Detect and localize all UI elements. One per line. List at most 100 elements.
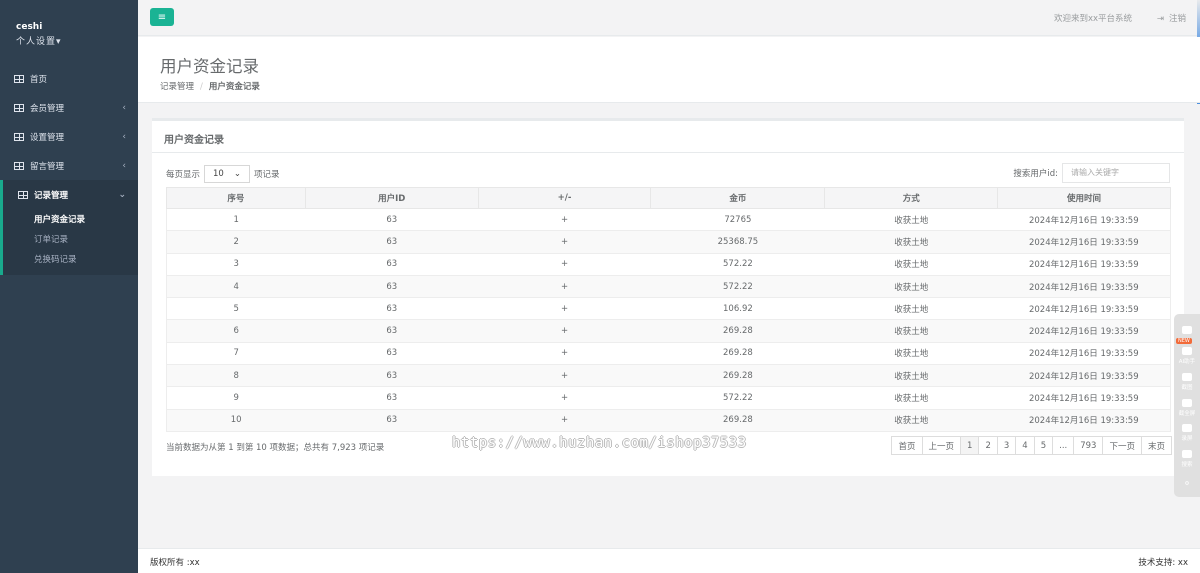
chevron-left-icon: ‹ (122, 102, 126, 113)
cell-index: 5 (166, 297, 306, 321)
pagination-item[interactable]: 1 (960, 436, 980, 455)
cell-index: 2 (166, 230, 306, 254)
table-row: 9 63 +572.22 收获土地 2024年12月16日 19:33:59 (166, 386, 1171, 410)
pagination-item[interactable]: 5 (1033, 436, 1054, 455)
records-subnav: 用户资金记录 订单记录 兑换码记录 (0, 209, 138, 275)
watermark-text: https://www.huzhan.com/ishop37533 (452, 435, 747, 451)
cell-method: 收获土地 (824, 207, 998, 232)
subnav-item-fund-records[interactable]: 用户资金记录 (3, 209, 138, 229)
pagination-item[interactable]: 末页 (1140, 436, 1172, 455)
cell-user-id: 63 (305, 207, 479, 232)
table-row: 6 63 +269.28 收获土地 2024年12月16日 19:33:59 (166, 319, 1171, 343)
sidebar-item-settings[interactable]: 设置管理 ‹ (0, 122, 138, 151)
sidebar-item-label: 设置管理 (30, 132, 65, 143)
search-button[interactable]: 搜索 (1175, 446, 1199, 472)
cell-sign: + (478, 364, 651, 388)
caret-down-icon: ▾ (56, 37, 62, 47)
cell-time: 2024年12月16日 19:33:59 (997, 230, 1171, 254)
page-length-select[interactable]: 10 ⌄ (204, 165, 251, 183)
column-header-user-id[interactable]: 用户ID (304, 187, 479, 209)
record-button[interactable]: 录屏 (1175, 420, 1199, 446)
cell-time: 2024年12月16日 19:33:59 (997, 386, 1171, 410)
cell-sign: + (478, 297, 651, 321)
column-header-index[interactable]: 序号 (166, 187, 306, 209)
chevron-left-icon: ‹ (122, 160, 126, 171)
breadcrumb-separator: / (200, 82, 203, 92)
username: ceshi (16, 22, 43, 32)
video-icon (1182, 424, 1192, 433)
sidebar-item-label: 首页 (30, 74, 48, 85)
cell-method: 收获土地 (824, 408, 998, 432)
pagination-item[interactable]: 上一页 (921, 436, 962, 455)
screenshot-button[interactable]: 截图 (1175, 369, 1199, 395)
cell-coins: 25368.75 (650, 230, 825, 254)
logout-label: 注销 (1168, 14, 1186, 24)
sidebar-item-messages[interactable]: 留言管理 ‹ (0, 151, 138, 180)
sidebar-item-label: 记录管理 (34, 190, 69, 201)
table-icon (14, 132, 24, 141)
sidebar-item-label: 留言管理 (30, 161, 65, 172)
ai-assistant-button[interactable]: AI助手 (1175, 344, 1199, 370)
cell-coins: 269.28 (650, 364, 825, 388)
page-title: 用户资金记录 (160, 57, 259, 76)
bars-icon: ≡ (157, 11, 167, 23)
cell-user-id: 63 (305, 274, 479, 299)
pagination-item: ... (1052, 436, 1075, 455)
column-header-sign[interactable]: +/- (477, 187, 652, 209)
table-row: 1 63 +72765 收获土地 2024年12月16日 19:33:59 (166, 207, 1171, 232)
column-header-time[interactable]: 使用时间 (997, 187, 1171, 209)
breadcrumb-parent[interactable]: 记录管理 (160, 82, 194, 92)
cell-user-id: 63 (305, 408, 479, 432)
cell-coins: 72765 (650, 207, 825, 232)
pagination-item[interactable]: 下一页 (1102, 436, 1142, 455)
floating-toolbar: NEW AI助手 截图 截全屏 录屏 搜索 ⚙ (1174, 314, 1200, 497)
new-badge: NEW (1176, 338, 1192, 344)
cell-user-id: 63 (305, 297, 479, 321)
pagination-item[interactable]: 首页 (891, 436, 923, 455)
pagination-item[interactable]: 4 (1015, 436, 1035, 455)
breadcrumb-current: 用户资金记录 (208, 82, 260, 92)
subnav-item-order-records[interactable]: 订单记录 (3, 229, 138, 249)
column-header-coins[interactable]: 金币 (650, 187, 826, 209)
cell-sign: + (478, 252, 651, 276)
pagination-item[interactable]: 793 (1073, 436, 1104, 455)
cell-index: 1 (166, 207, 306, 232)
gear-icon: ⚙ (1184, 481, 1190, 488)
table-row: 3 63 +572.22 收获土地 2024年12月16日 19:33:59 (166, 252, 1171, 276)
table-icon (18, 190, 28, 199)
subnav-item-redeem-records[interactable]: 兑换码记录 (3, 249, 138, 269)
cell-sign: + (478, 274, 651, 299)
cell-coins: 572.22 (650, 386, 825, 410)
personal-settings-dropdown[interactable]: 个人设置▾ (16, 34, 122, 47)
cell-time: 2024年12月16日 19:33:59 (997, 408, 1171, 432)
sidebar-item-members[interactable]: 会员管理 ‹ (0, 93, 138, 122)
table-icon (14, 161, 24, 170)
logout-link[interactable]: ⇥ 注销 (1157, 12, 1186, 24)
page-heading: 用户资金记录 记录管理 / 用户资金记录 (138, 37, 1200, 103)
pagination-item[interactable]: 3 (996, 436, 1017, 455)
sidebar-item-records[interactable]: 记录管理 ⌄ (0, 180, 138, 209)
cell-index: 10 (166, 408, 306, 432)
top-navbar: ≡ 欢迎来到xx平台系统 ⇥ 注销 (138, 0, 1200, 36)
fund-records-table: 序号 用户ID +/- 金币 方式 使用时间 1 63 +72765 收获土地 2024… (166, 187, 1171, 432)
cell-index: 9 (166, 386, 306, 410)
cell-sign: + (478, 207, 651, 232)
cell-sign: + (478, 386, 651, 410)
chevron-down-icon: ⌄ (233, 169, 242, 179)
cell-method: 收获土地 (824, 297, 998, 321)
cell-sign: + (478, 230, 651, 254)
settings-button[interactable]: ⚙ (1175, 471, 1199, 497)
menu-toggle-button[interactable]: ≡ (150, 8, 174, 26)
table-info: 当前数据为从第 1 到第 10 项数据；总共有 7,923 项记录 (166, 443, 385, 453)
table-body: 1 63 +72765 收获土地 2024年12月16日 19:33:59 2 63 +253… (166, 207, 1171, 432)
sidebar-item-home[interactable]: 首页 (0, 64, 138, 93)
cell-method: 收获土地 (824, 386, 998, 410)
pagination-item[interactable]: 2 (978, 436, 998, 455)
cell-time: 2024年12月16日 19:33:59 (997, 319, 1171, 343)
cell-user-id: 63 (305, 319, 479, 343)
cell-method: 收获土地 (824, 252, 998, 276)
cell-index: 4 (166, 274, 306, 299)
search-input[interactable]: 请输入关键字 (1062, 163, 1170, 183)
fullscreen-capture-button[interactable]: 截全屏 (1175, 395, 1199, 421)
column-header-method[interactable]: 方式 (824, 187, 999, 209)
